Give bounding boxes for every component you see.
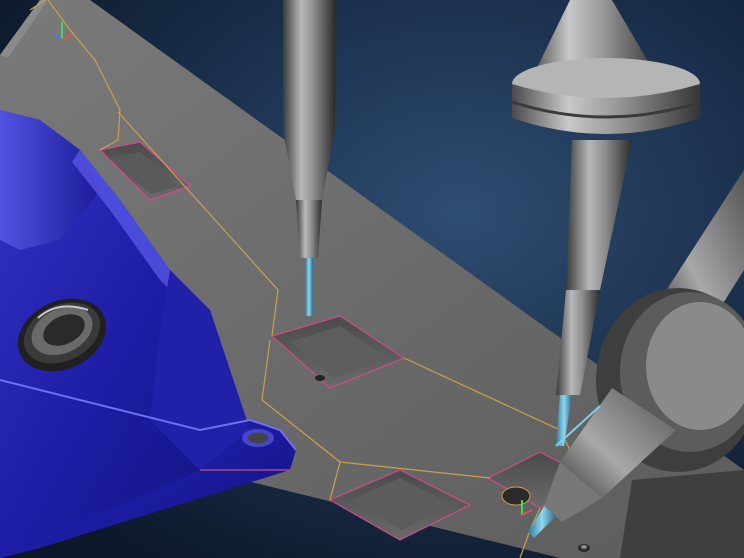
tool-1-shank	[283, 0, 335, 130]
part-bolt-hole	[242, 429, 274, 447]
tool-1-nose	[296, 200, 322, 258]
drill-hole	[501, 486, 531, 506]
plate-right-side	[620, 470, 744, 558]
tool-1-tip	[305, 258, 313, 316]
plate-screw	[578, 544, 590, 552]
cam-viewport[interactable]	[0, 0, 744, 558]
